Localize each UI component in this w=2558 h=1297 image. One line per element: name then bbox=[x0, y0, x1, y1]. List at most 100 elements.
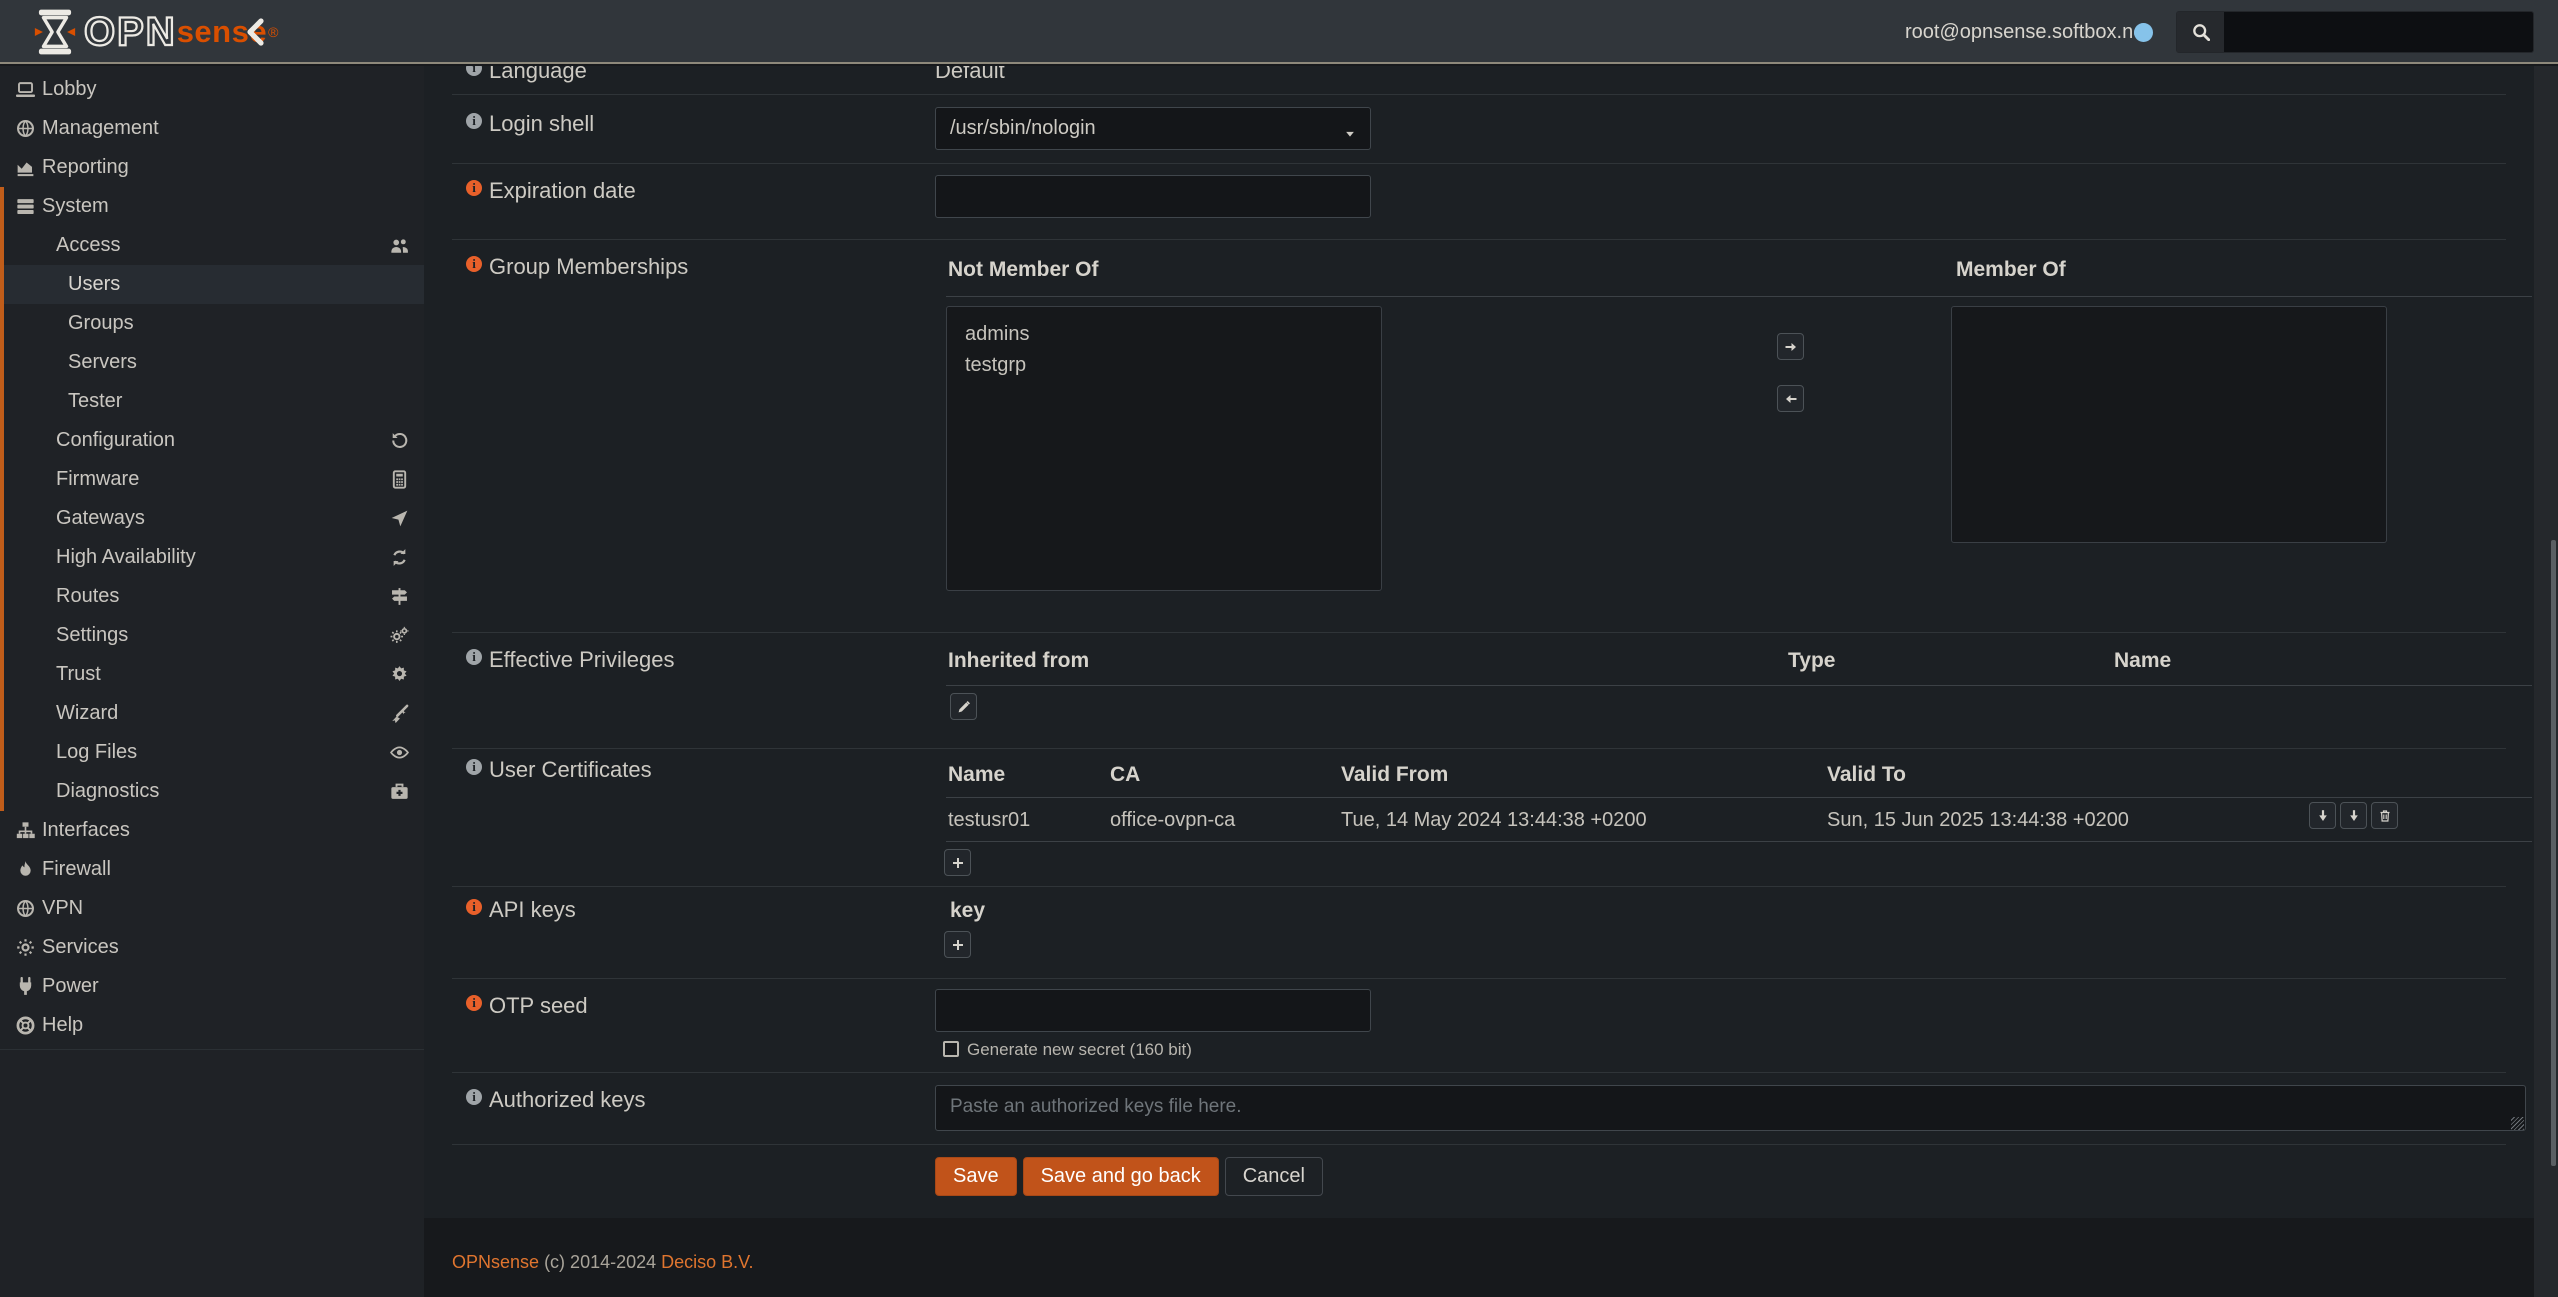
sidebar-item-label: System bbox=[42, 195, 109, 218]
cert-valid-to-cell: Sun, 15 Jun 2025 13:44:38 +0200 bbox=[1827, 809, 2129, 832]
sidebar: Lobby Management Reporting System Access User… bbox=[0, 66, 424, 1297]
sidebar-item-label: Firewall bbox=[42, 858, 111, 881]
expiration-date-input[interactable] bbox=[935, 175, 1371, 218]
group-option[interactable]: admins bbox=[947, 319, 1381, 350]
export-certificate-button[interactable] bbox=[2309, 802, 2336, 829]
sidebar-item-interfaces[interactable]: Interfaces bbox=[0, 811, 424, 850]
deciso-footer-link[interactable]: Deciso B.V. bbox=[661, 1252, 753, 1272]
otp-seed-input[interactable] bbox=[935, 989, 1371, 1032]
info-icon[interactable]: i bbox=[466, 66, 482, 76]
add-to-group-button[interactable] bbox=[1777, 333, 1804, 360]
sidebar-item-label: Users bbox=[68, 273, 120, 296]
sidebar-item-trust[interactable]: Trust bbox=[0, 655, 424, 694]
save-and-go-back-button[interactable]: Save and go back bbox=[1023, 1157, 1219, 1196]
sidebar-item-vpn[interactable]: VPN bbox=[0, 889, 424, 928]
cancel-button[interactable]: Cancel bbox=[1225, 1157, 1323, 1196]
member-of-listbox[interactable] bbox=[1951, 306, 2387, 543]
info-icon[interactable]: i bbox=[466, 113, 482, 129]
signpost-icon bbox=[388, 586, 410, 608]
add-api-key-button[interactable] bbox=[944, 931, 971, 958]
group-option[interactable]: testgrp bbox=[947, 350, 1381, 381]
fire-icon bbox=[14, 859, 36, 881]
form-row-user-certificates: i User Certificates Name CA Valid From V… bbox=[452, 748, 2506, 886]
chevron-down-icon bbox=[1344, 123, 1356, 135]
info-icon-highlighted[interactable]: i bbox=[466, 995, 482, 1011]
pencil-icon bbox=[957, 700, 971, 714]
login-shell-select[interactable]: /usr/sbin/nologin bbox=[935, 107, 1371, 150]
collapse-sidebar-button[interactable] bbox=[238, 14, 274, 50]
sidebar-item-reporting[interactable]: Reporting bbox=[0, 148, 424, 187]
info-icon[interactable]: i bbox=[466, 1089, 482, 1105]
name-header: Name bbox=[2114, 649, 2171, 673]
sidebar-item-groups[interactable]: Groups bbox=[0, 304, 424, 343]
sidebar-item-label: Wizard bbox=[56, 702, 118, 725]
sidebar-item-servers[interactable]: Servers bbox=[0, 343, 424, 382]
sidebar-item-power[interactable]: Power bbox=[0, 967, 424, 1006]
area-chart-icon bbox=[14, 157, 36, 179]
hourglass-logo-icon bbox=[34, 9, 76, 55]
sidebar-item-wizard[interactable]: Wizard bbox=[0, 694, 424, 733]
life-ring-icon bbox=[14, 1015, 36, 1037]
sidebar-item-label: Servers bbox=[68, 351, 137, 374]
authorized-keys-textarea[interactable] bbox=[935, 1085, 2526, 1131]
sidebar-item-high-availability[interactable]: High Availability bbox=[0, 538, 424, 577]
save-button[interactable]: Save bbox=[935, 1157, 1017, 1196]
sidebar-item-management[interactable]: Management bbox=[0, 109, 424, 148]
sidebar-item-settings[interactable]: Settings bbox=[0, 616, 424, 655]
export-certificate-p12-button[interactable] bbox=[2340, 802, 2367, 829]
sidebar-item-system[interactable]: System bbox=[0, 187, 424, 226]
logged-in-user: root@opnsense.softbox.net bbox=[1905, 21, 2150, 44]
not-member-of-listbox[interactable]: adminstestgrp bbox=[946, 306, 1382, 591]
sidebar-item-routes[interactable]: Routes bbox=[0, 577, 424, 616]
member-of-header: Member Of bbox=[1956, 258, 2066, 282]
edit-privileges-button[interactable] bbox=[950, 693, 977, 720]
add-certificate-button[interactable] bbox=[944, 849, 971, 876]
gear-icon bbox=[14, 937, 36, 959]
delete-certificate-button[interactable] bbox=[2371, 802, 2398, 829]
form-row-language: i Language Default bbox=[452, 66, 2506, 94]
sidebar-item-label: Help bbox=[42, 1014, 83, 1037]
sidebar-item-access[interactable]: Access bbox=[0, 226, 424, 265]
sidebar-item-label: Access bbox=[56, 234, 120, 257]
form-row-expiration-date: i Expiration date bbox=[452, 163, 2506, 239]
search-input[interactable] bbox=[2224, 12, 2533, 52]
plus-icon bbox=[951, 938, 965, 952]
scrollbar-thumb[interactable] bbox=[2551, 540, 2556, 1166]
server-stack-icon bbox=[14, 196, 36, 218]
opnsense-footer-link[interactable]: OPNsense bbox=[452, 1252, 539, 1272]
info-icon-highlighted[interactable]: i bbox=[466, 256, 482, 272]
sitemap-icon bbox=[14, 820, 36, 842]
sidebar-item-lobby[interactable]: Lobby bbox=[0, 70, 424, 109]
scrollbar-track[interactable] bbox=[2534, 66, 2558, 1297]
form-actions-row: Save Save and go back Cancel bbox=[452, 1144, 2506, 1218]
info-icon-highlighted[interactable]: i bbox=[466, 899, 482, 915]
sidebar-item-firewall[interactable]: Firewall bbox=[0, 850, 424, 889]
sidebar-item-label: Interfaces bbox=[42, 819, 130, 842]
brand-opn: OPN bbox=[84, 9, 177, 55]
sidebar-item-services[interactable]: Services bbox=[0, 928, 424, 967]
sidebar-divider bbox=[0, 1049, 424, 1050]
info-icon[interactable]: i bbox=[466, 649, 482, 665]
user-certificates-label: User Certificates bbox=[489, 757, 652, 783]
generate-secret-checkbox[interactable] bbox=[943, 1041, 959, 1057]
sidebar-item-log-files[interactable]: Log Files bbox=[0, 733, 424, 772]
sidebar-item-help[interactable]: Help bbox=[0, 1006, 424, 1045]
sidebar-item-configuration[interactable]: Configuration bbox=[0, 421, 424, 460]
info-icon[interactable]: i bbox=[466, 759, 482, 775]
medkit-icon bbox=[388, 781, 410, 803]
status-dot[interactable] bbox=[2134, 23, 2153, 42]
remove-from-group-button[interactable] bbox=[1777, 385, 1804, 412]
sidebar-item-users[interactable]: Users bbox=[0, 265, 424, 304]
expiration-date-label: Expiration date bbox=[489, 178, 636, 204]
sidebar-item-diagnostics[interactable]: Diagnostics bbox=[0, 772, 424, 811]
textarea-resize-handle[interactable] bbox=[2511, 1117, 2524, 1130]
sidebar-item-label: Tester bbox=[68, 390, 122, 413]
header-divider bbox=[946, 797, 2532, 798]
sidebar-item-tester[interactable]: Tester bbox=[0, 382, 424, 421]
sidebar-item-label: Gateways bbox=[56, 507, 145, 530]
info-icon-highlighted[interactable]: i bbox=[466, 180, 482, 196]
sidebar-item-firmware[interactable]: Firmware bbox=[0, 460, 424, 499]
sidebar-item-label: Management bbox=[42, 117, 159, 140]
sidebar-item-gateways[interactable]: Gateways bbox=[0, 499, 424, 538]
sidebar-item-label: Power bbox=[42, 975, 99, 998]
